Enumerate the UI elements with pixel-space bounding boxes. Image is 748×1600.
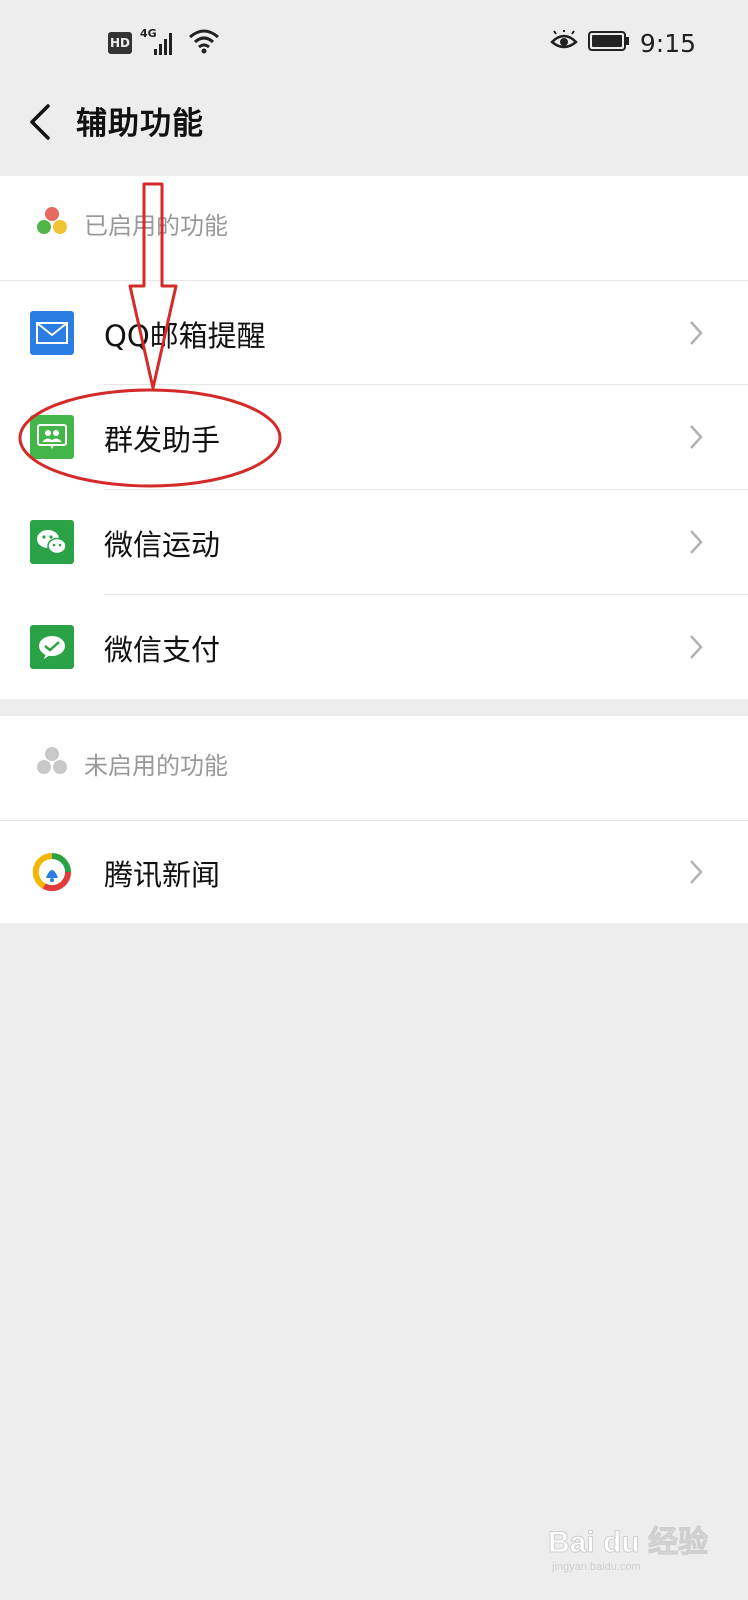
wechat-icon: [30, 520, 74, 564]
feature-name: 群发助手: [104, 423, 221, 457]
cellular-signal-icon: 4G: [140, 27, 180, 57]
baidu-jingyan-watermark: Bai du 经验 jingyan.baidu.com: [548, 1514, 709, 1574]
enabled-section-label: 已启用的功能: [84, 212, 228, 240]
wechat-pay-icon: [30, 625, 74, 669]
chevron-left-icon: [30, 104, 50, 140]
nav-header: 辅助功能: [0, 86, 748, 174]
feature-row-mass-message[interactable]: 群发助手: [0, 385, 748, 489]
feature-name: QQ邮箱提醒: [104, 319, 266, 353]
chevron-right-icon: [690, 860, 703, 884]
feature-name: 微信运动: [104, 528, 221, 562]
status-time: 9:15: [639, 28, 696, 58]
back-button[interactable]: [26, 100, 56, 144]
disabled-section-label: 未启用的功能: [84, 752, 228, 780]
chevron-right-icon: [690, 530, 703, 554]
group-message-icon: [30, 415, 74, 459]
feature-row-wechat-pay[interactable]: 微信支付: [0, 595, 748, 699]
enabled-section-header: 已启用的功能: [0, 176, 748, 281]
enabled-dots-icon: [37, 207, 67, 234]
feature-row-tencent-news[interactable]: 腾讯新闻: [0, 820, 748, 924]
disabled-features-section: 未启用的功能 腾讯新闻: [0, 716, 748, 923]
disabled-section-header: 未启用的功能: [0, 716, 748, 821]
chevron-right-icon: [690, 425, 703, 449]
feature-name: 腾讯新闻: [104, 858, 221, 892]
feature-row-qq-mail[interactable]: QQ邮箱提醒: [0, 281, 748, 385]
feature-row-wechat-sports[interactable]: 微信运动: [0, 490, 748, 594]
enabled-features-section: 已启用的功能 QQ邮箱提醒 群发助手 微信运动 微信支付: [0, 176, 748, 699]
disabled-dots-icon: [37, 747, 67, 774]
feature-name: 微信支付: [104, 633, 221, 667]
wifi-icon: [188, 27, 220, 59]
watermark-text: Bai du 经验: [548, 1525, 708, 1559]
status-bar: HD 4G 9:15: [0, 0, 748, 86]
tencent-news-icon: [30, 850, 74, 894]
battery-icon: [587, 30, 630, 56]
watermark-url: jingyan.baidu.com: [551, 1561, 641, 1573]
chevron-right-icon: [690, 321, 703, 345]
hd-badge: HD: [108, 32, 132, 54]
mail-icon: [30, 311, 74, 355]
page-title: 辅助功能: [76, 106, 204, 142]
eye-comfort-icon: [550, 30, 578, 56]
chevron-right-icon: [690, 635, 703, 659]
